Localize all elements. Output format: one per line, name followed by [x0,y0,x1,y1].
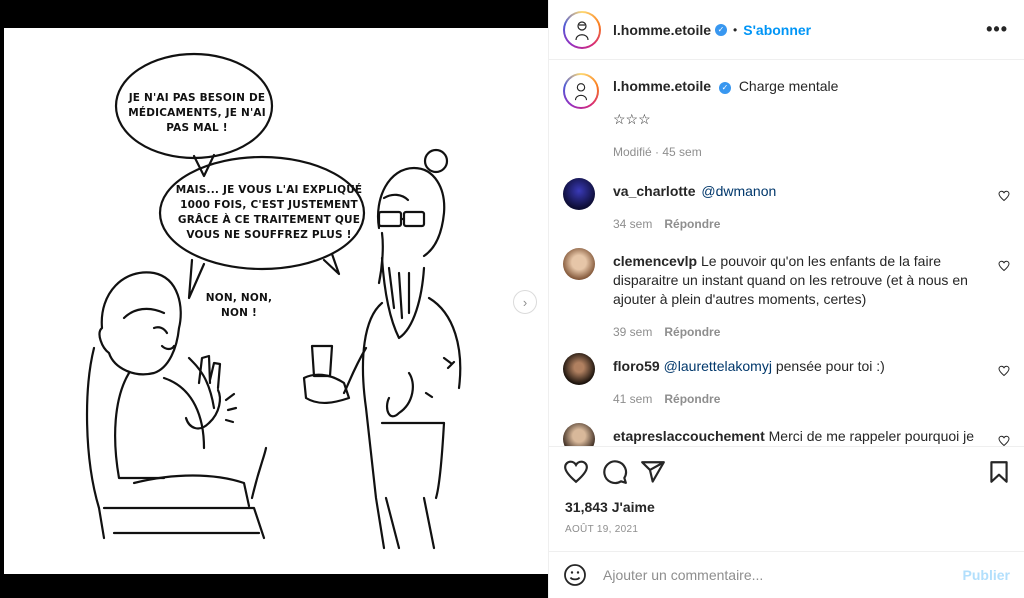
speech-text-non: Non, non, non ! [205,292,273,319]
share-icon[interactable] [640,459,666,485]
avatar[interactable] [563,248,595,280]
more-icon[interactable]: ••• [986,19,1008,40]
comment-username[interactable]: clemencevlp [613,253,697,269]
avatar[interactable] [563,73,599,109]
avatar[interactable] [563,423,595,446]
comment-time: 41 sem [613,392,653,406]
reply-button[interactable]: Répondre [664,392,720,406]
heart-icon[interactable] [998,435,1010,446]
publish-button[interactable]: Publier [963,567,1010,583]
speech-bubble-lady: Je n'ai pas besoin de médicaments, je n'… [128,92,266,134]
post-header: l.homme.etoile ✓ • S'abonner ••• [549,0,1024,60]
caption-username[interactable]: l.homme.etoile [613,78,711,94]
comment-username[interactable]: va_charlotte [613,183,695,199]
comic-drawing [85,52,462,550]
comment-username[interactable]: etapreslaccouchement [613,428,765,444]
post-media[interactable]: Je n'ai pas besoin de médicaments, je n'… [0,0,548,598]
header-username[interactable]: l.homme.etoile [613,22,711,38]
caption-edited: Modifié · 45 sem [613,145,702,159]
avatar-drawing-icon [575,20,589,40]
post-date: AOÛT 19, 2021 [565,524,639,535]
comment-username[interactable]: floro59 [613,358,660,374]
heart-icon[interactable] [998,190,1010,202]
comic-image: Je n'ai pas besoin de médicaments, je n'… [4,28,548,574]
avatar[interactable] [563,353,595,385]
comments-list[interactable]: l.homme.etoile ✓ Charge mentale ☆☆☆ Modi… [549,61,1024,446]
next-image-button[interactable]: › [513,290,537,314]
comment-input[interactable] [603,567,963,583]
reply-button[interactable]: Répondre [664,325,720,339]
caption-stars: ☆☆☆ [613,111,651,127]
bookmark-icon[interactable] [986,459,1012,485]
separator-dot: • [733,22,738,37]
verified-icon: ✓ [718,82,731,94]
heart-icon[interactable] [563,459,589,485]
comment-time: 39 sem [613,325,653,339]
heart-icon[interactable] [998,260,1010,272]
caption-text: Charge mentale [738,78,839,94]
post-actions: 31,843 J'aime AOÛT 19, 2021 [549,446,1024,550]
post-details-panel: l.homme.etoile ✓ • S'abonner ••• l.homme… [548,0,1024,598]
avatar-drawing-icon [574,83,588,101]
comment-text: pensée pour toi :) [775,358,885,374]
reply-button[interactable]: Répondre [664,217,720,231]
likes-count[interactable]: 31,843 J'aime [565,499,655,515]
comment-text: Merci de me rappeler pourquoi je [768,428,975,444]
comment-time: 34 sem [613,217,653,231]
add-comment-bar: Publier [549,551,1024,598]
heart-icon[interactable] [998,365,1010,377]
comment-mention[interactable]: @laurettelakomyj [664,358,772,374]
follow-button[interactable]: S'abonner [743,22,811,38]
chevron-right-icon: › [522,294,528,310]
verified-icon: ✓ [715,23,728,36]
avatar[interactable] [563,178,595,210]
speech-bubble-doctor: Mais... je vous l'ai expliqué 1000 fois,… [175,184,363,241]
emoji-icon[interactable] [563,563,587,587]
comment-mention[interactable]: @dwmanon [701,183,776,199]
avatar[interactable] [563,10,601,49]
comment-icon[interactable] [602,459,628,485]
